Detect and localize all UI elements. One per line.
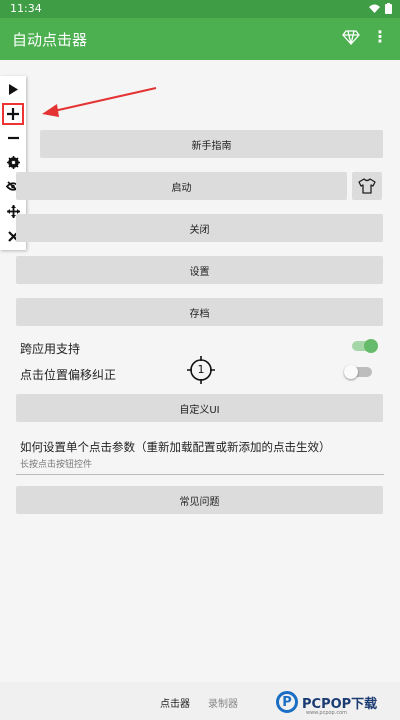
play-icon[interactable] (2, 78, 24, 100)
cross-app-label: 跨应用支持 (20, 342, 81, 356)
pcpop-logo-icon: P (276, 691, 298, 713)
howto-title: 如何设置单个点击参数（重新加载配置或新添加的点击生效） (20, 440, 331, 454)
annotation-arrow (42, 87, 157, 117)
status-icons (369, 3, 392, 14)
offset-correction-label: 点击位置偏移纠正 (20, 368, 117, 382)
offset-correction-toggle[interactable] (344, 364, 374, 380)
custom-ui-button[interactable]: 自定义UI (16, 394, 383, 422)
settings-button[interactable]: 设置 (16, 256, 383, 284)
status-time: 11:34 (10, 2, 42, 15)
app-title: 自动点击器 (12, 31, 88, 49)
minus-icon[interactable] (2, 127, 24, 149)
gear-icon[interactable] (2, 151, 24, 173)
newbie-guide-button[interactable]: 新手指南 (40, 130, 383, 158)
plus-icon[interactable] (2, 103, 24, 125)
more-vert-icon[interactable]: ⋮ (372, 29, 388, 45)
shirt-icon[interactable] (352, 172, 382, 200)
nav-recorder[interactable]: 录制器 (208, 695, 238, 710)
diamond-icon[interactable] (342, 30, 360, 49)
archive-button[interactable]: 存档 (16, 298, 383, 326)
close-button[interactable]: 关闭 (16, 214, 383, 242)
status-bar: 11:34 (0, 0, 400, 18)
app-bar: 自动点击器 ⋮ (0, 18, 400, 60)
howto-subtitle: 长按点击按钮控件 (20, 460, 93, 470)
battery-icon (385, 3, 392, 14)
cross-app-toggle[interactable] (350, 338, 380, 354)
watermark: P PCPOP下载 www.pcpop.com (276, 684, 400, 720)
watermark-url: www.pcpop.com (306, 710, 347, 716)
start-button[interactable]: 启动 (16, 172, 347, 200)
faq-button[interactable]: 常见问题 (16, 486, 383, 514)
divider (16, 474, 384, 475)
wifi-icon (369, 4, 380, 13)
nav-clicker[interactable]: 点击器 (160, 695, 190, 710)
watermark-brand: PCPOP下载 (302, 696, 378, 712)
crosshair-target-icon: 1 (187, 356, 215, 384)
crosshair-number: 1 (197, 363, 205, 376)
